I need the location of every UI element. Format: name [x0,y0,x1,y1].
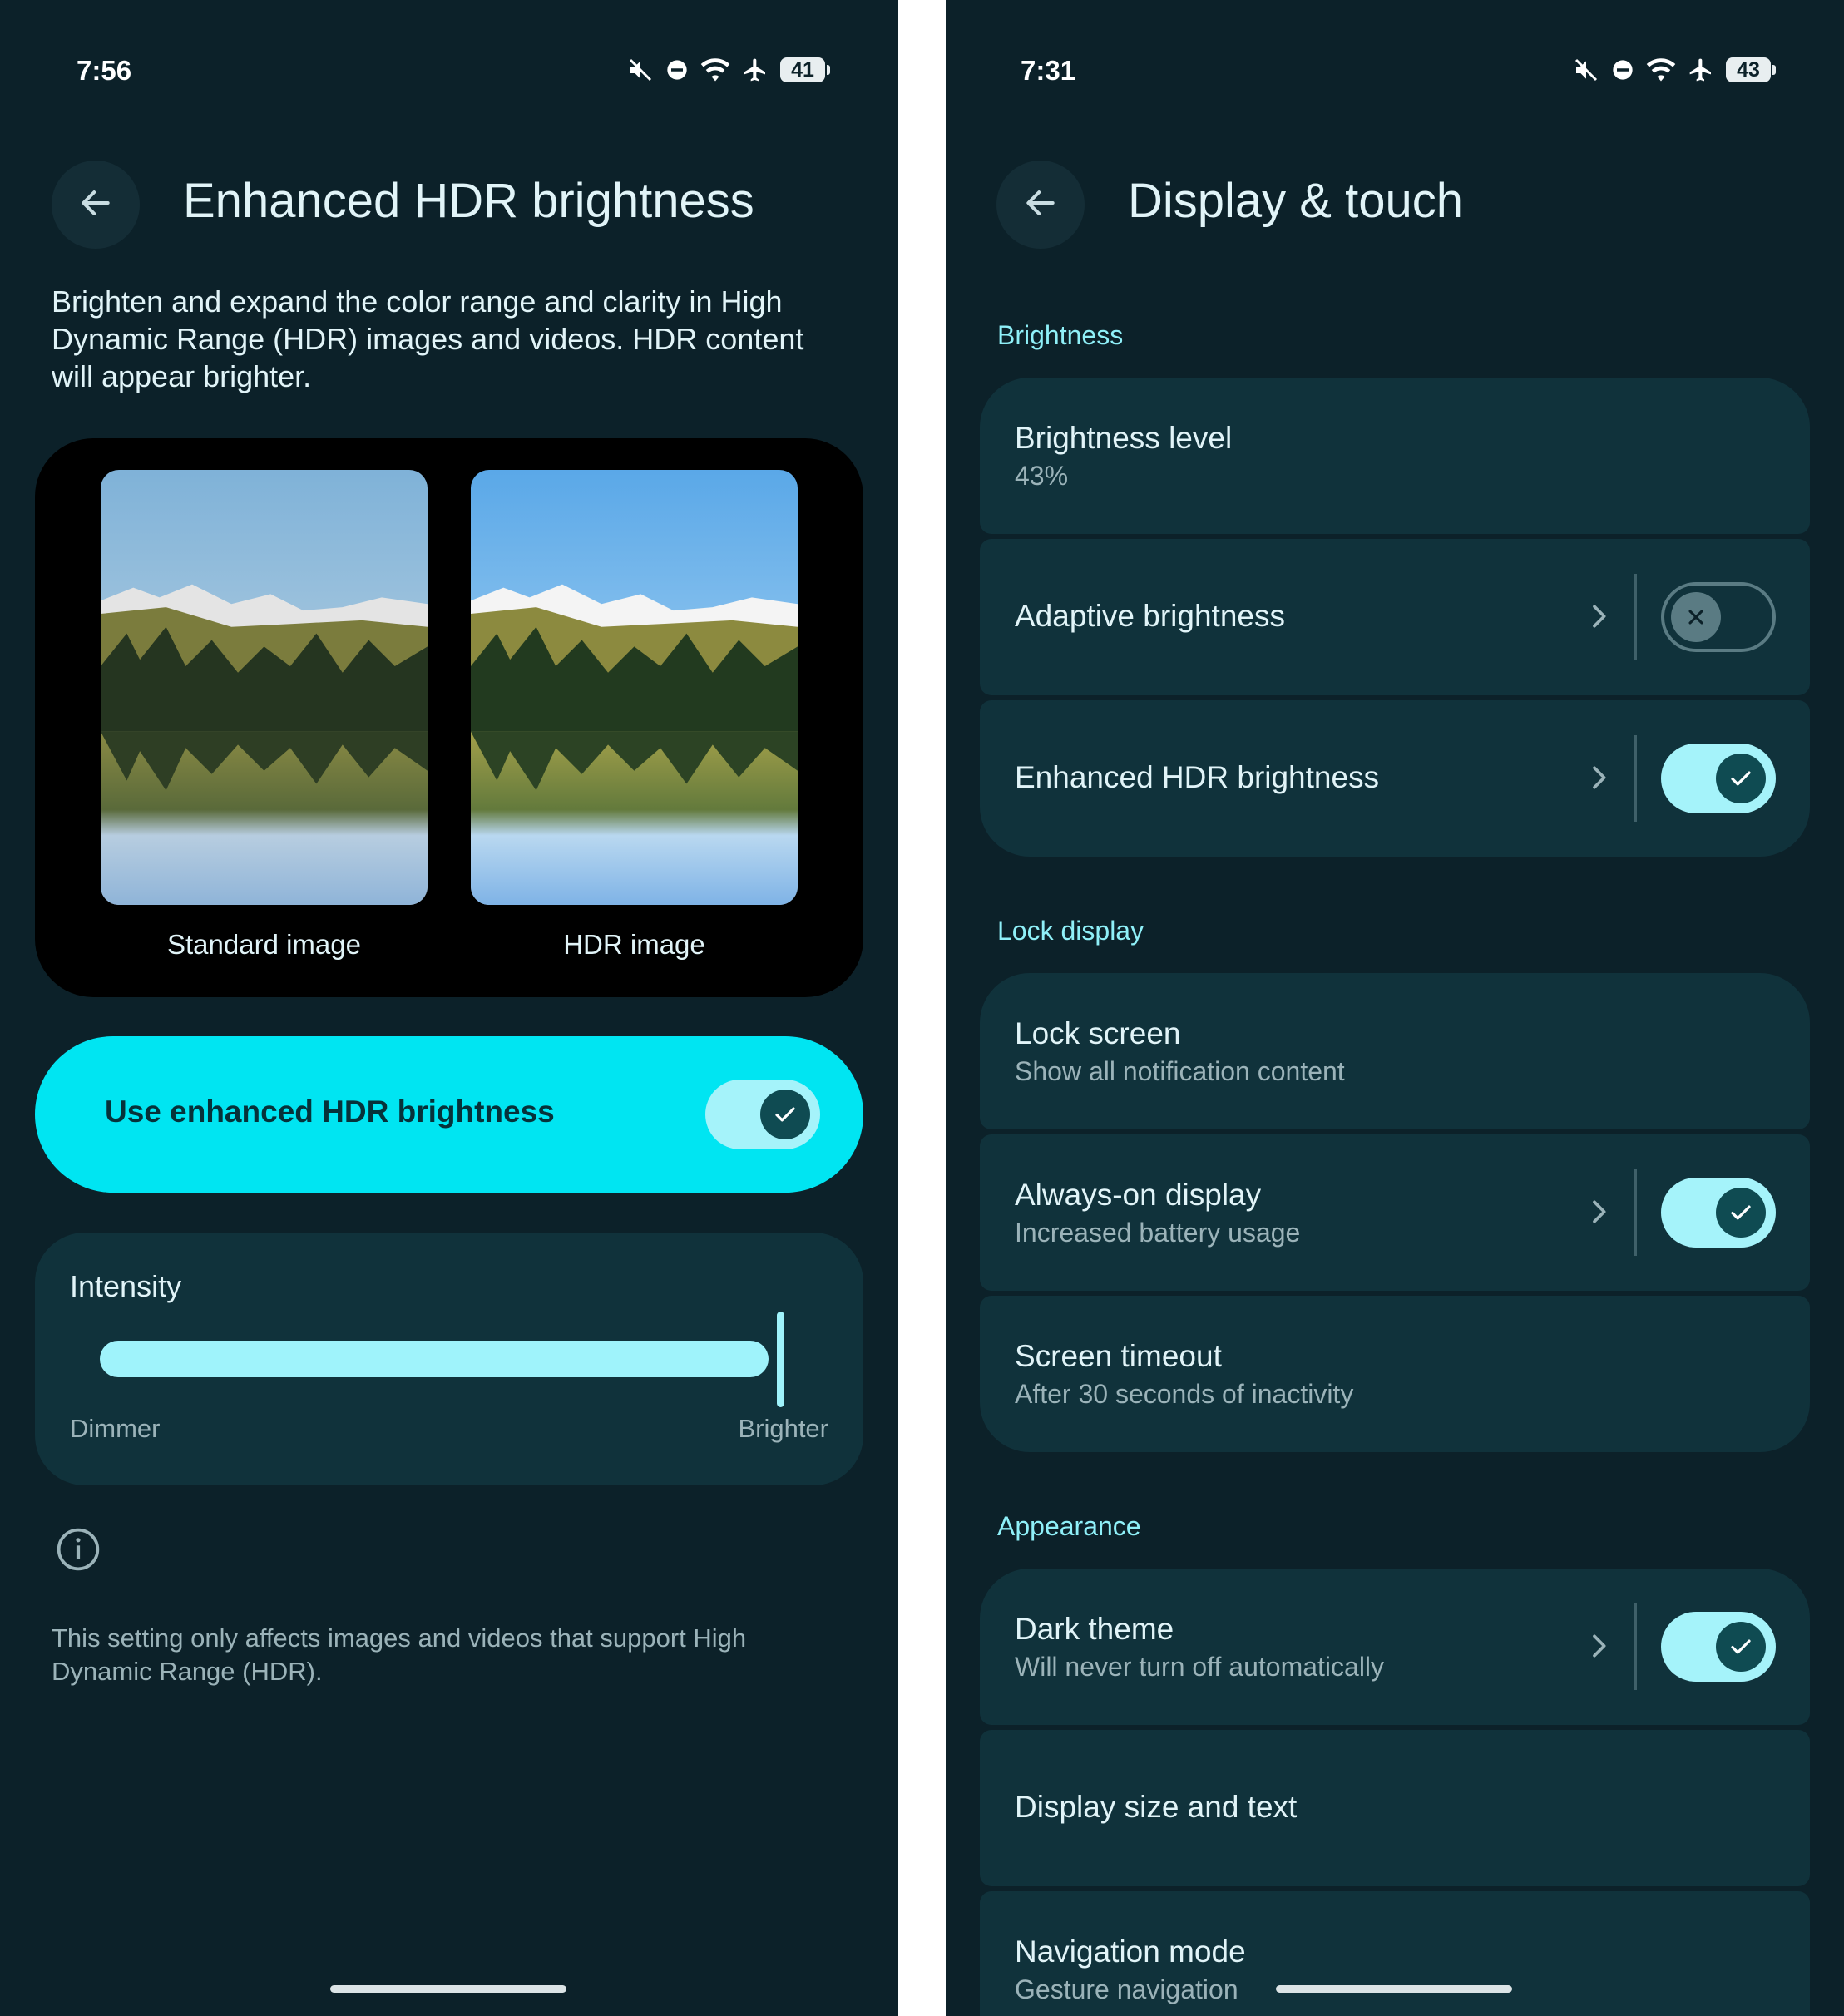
check-icon [1716,1188,1766,1238]
intensity-slider-handle[interactable] [777,1312,784,1407]
enhanced-hdr-brightness-row[interactable]: Enhanced HDR brightness [980,700,1810,857]
row-title: Dark theme [1015,1612,1174,1646]
status-time: 7:31 [1021,55,1076,86]
battery-indicator: 43 [1726,57,1776,82]
row-subtitle: 43% [1015,461,1069,491]
airplane-icon [742,57,769,83]
info-icon [55,1526,101,1577]
row-divider [1634,735,1637,822]
row-divider [1634,1603,1637,1690]
do-not-disturb-icon [1611,58,1634,82]
volume-off-icon [627,57,654,83]
lock-screen-row[interactable]: Lock screen Show all notification conten… [980,973,1810,1129]
back-button[interactable] [52,161,140,249]
brightness-level-row[interactable]: Brightness level 43% [980,378,1810,534]
check-icon [760,1090,810,1139]
navigation-mode-row[interactable]: Navigation mode Gesture navigation [980,1891,1810,2016]
standard-image [101,470,428,905]
adaptive-brightness-switch[interactable] [1661,582,1776,652]
battery-indicator: 41 [780,57,830,82]
hdr-image-caption: HDR image [563,929,705,960]
back-button[interactable] [996,161,1085,249]
home-indicator[interactable] [330,1985,566,1993]
status-bar: 7:56 41 [0,50,898,96]
page-title: Enhanced HDR brightness [183,174,754,228]
toggle-label: Use enhanced HDR brightness [105,1094,555,1129]
chevron-right-icon [1582,758,1615,801]
row-subtitle: After 30 seconds of inactivity [1015,1379,1354,1409]
close-icon [1671,592,1721,642]
check-icon [1716,754,1766,803]
chevron-right-icon [1582,1627,1615,1669]
intensity-slider-track[interactable] [100,1341,769,1377]
row-title: Always-on display [1015,1178,1262,1212]
screen-timeout-row[interactable]: Screen timeout After 30 seconds of inact… [980,1296,1810,1452]
arrow-left-icon [1022,185,1059,225]
row-title: Brightness level [1015,421,1233,455]
description-text: Brighten and expand the color range and … [52,284,804,393]
row-title: Display size and text [1015,1790,1298,1824]
arrow-left-icon [77,185,114,225]
display-touch-screen: 7:31 43 Display & touch Brightness Brigh… [946,0,1844,2016]
row-title: Enhanced HDR brightness [1015,760,1380,794]
hdr-comparison-card: Standard image HDR image [35,438,863,997]
footnote-text: This setting only affects images and vid… [52,1623,747,1686]
standard-image-caption: Standard image [167,929,361,960]
always-on-display-row[interactable]: Always-on display Increased battery usag… [980,1134,1810,1291]
section-header-lock-display: Lock display [997,916,1144,946]
page-title: Display & touch [1128,174,1463,228]
always-on-display-switch[interactable] [1661,1178,1776,1248]
row-subtitle: Will never turn off automatically [1015,1652,1385,1682]
wifi-icon [1646,57,1676,82]
check-icon [1716,1622,1766,1672]
row-divider [1634,1169,1637,1256]
use-enhanced-hdr-toggle-row[interactable]: Use enhanced HDR brightness [35,1036,863,1193]
row-title: Lock screen [1015,1016,1181,1050]
hdr-brightness-screen: 7:56 41 Enhanced HDR brightness Brighten… [0,0,898,2016]
chevron-right-icon [1582,597,1615,640]
do-not-disturb-icon [665,58,689,82]
status-bar: 7:31 43 [946,50,1844,96]
row-subtitle: Gesture navigation [1015,1974,1238,2004]
row-subtitle: Increased battery usage [1015,1218,1301,1248]
adaptive-brightness-row[interactable]: Adaptive brightness [980,539,1810,695]
home-indicator[interactable] [1276,1985,1512,1993]
enhanced-hdr-switch[interactable] [1661,744,1776,813]
hdr-image [471,470,798,905]
display-size-row[interactable]: Display size and text [980,1730,1810,1886]
intensity-card: Intensity Dimmer Brighter [35,1233,863,1485]
slider-max-label: Brighter [738,1414,828,1443]
use-enhanced-hdr-switch[interactable] [705,1080,820,1149]
section-header-brightness: Brightness [997,320,1124,350]
row-title: Navigation mode [1015,1934,1246,1969]
chevron-right-icon [1582,1193,1615,1235]
intensity-title: Intensity [70,1269,182,1303]
wifi-icon [700,57,730,82]
row-title: Adaptive brightness [1015,599,1285,633]
status-time: 7:56 [77,55,132,86]
row-title: Screen timeout [1015,1339,1222,1373]
row-subtitle: Show all notification content [1015,1056,1345,1086]
dark-theme-switch[interactable] [1661,1612,1776,1682]
dark-theme-row[interactable]: Dark theme Will never turn off automatic… [980,1569,1810,1725]
slider-min-label: Dimmer [70,1414,161,1443]
section-header-appearance: Appearance [997,1511,1141,1541]
row-divider [1634,574,1637,660]
volume-off-icon [1573,57,1599,83]
airplane-icon [1688,57,1714,83]
